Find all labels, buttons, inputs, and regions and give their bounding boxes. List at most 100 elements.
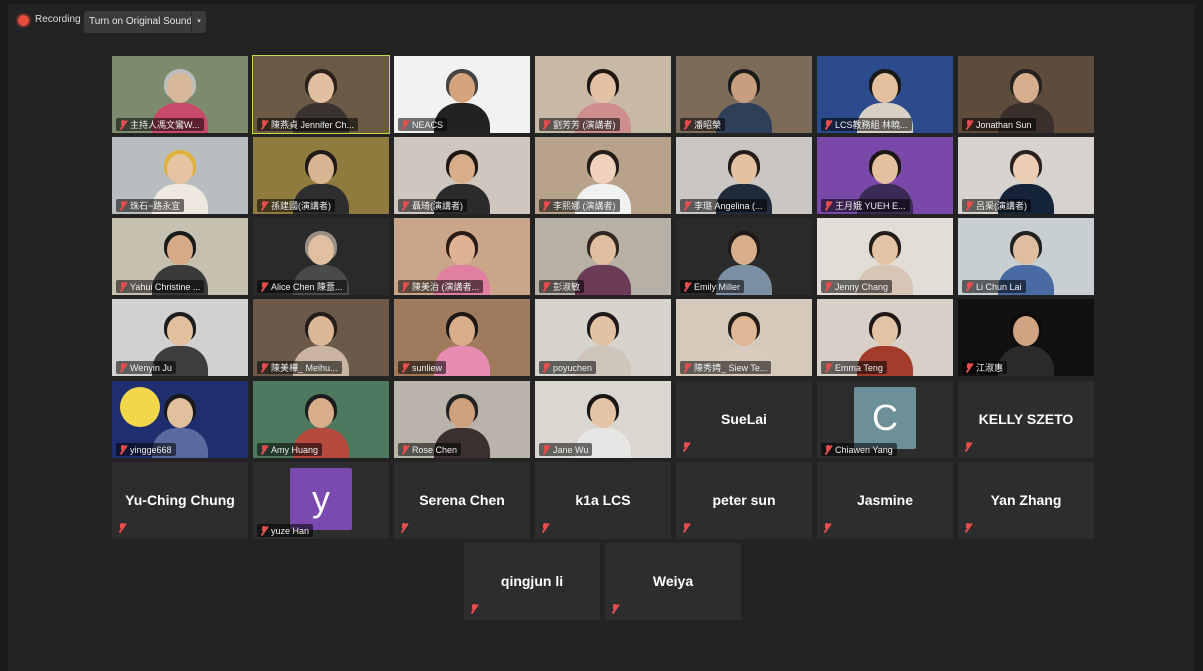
participant-name: 劉芳芳 (演講者) <box>553 120 616 130</box>
participant-video-tile[interactable]: Li Chun Lai <box>958 218 1094 295</box>
participant-video-tile[interactable]: 江淑惠 <box>958 299 1094 376</box>
mic-muted-icon <box>824 281 832 292</box>
participant-name: 江淑惠 <box>976 363 1004 373</box>
participant-video-tile[interactable]: Jonathan Sun <box>958 56 1094 133</box>
participant-name-tile[interactable]: Weiya <box>605 543 741 620</box>
participant-name-tile[interactable]: Yu-Ching Chung <box>112 462 248 539</box>
participant-video-tile[interactable]: 陳美樺_ Meihu... <box>253 299 389 376</box>
participant-video-tile[interactable]: 陳美治 (演講者... <box>394 218 530 295</box>
participant-video-tile[interactable]: Emma Teng <box>817 299 953 376</box>
participant-avatar-tile[interactable]: C Chiawen Yang <box>817 381 953 458</box>
participant-name: Weiya <box>652 573 694 589</box>
participant-name: 主持人馮文鸞W... <box>130 120 200 130</box>
mic-muted-icon <box>542 119 550 130</box>
top-bar: Recording Turn on Original Sound ▾ <box>8 4 1195 40</box>
participant-video-tile[interactable]: Alice Chen 陳薏... <box>253 218 389 295</box>
participant-name-bar: Rose Chen <box>398 443 462 456</box>
chevron-down-icon[interactable]: ▾ <box>191 11 206 33</box>
participant-name-tile[interactable]: Serena Chen <box>394 462 530 539</box>
participant-video-tile[interactable]: sunliew <box>394 299 530 376</box>
participant-video-tile[interactable]: 陳秀娉_ Siew Te... <box>676 299 812 376</box>
participant-name-bar: Amy Huang <box>257 443 323 456</box>
participant-video-tile[interactable]: 陳燕貞 Jennifer Ch... <box>252 55 390 134</box>
participant-video-tile[interactable]: 孫建國(演講者) <box>253 137 389 214</box>
participant-video-tile[interactable]: 呂渠(演講者) <box>958 137 1094 214</box>
participant-name-tile[interactable]: Yan Zhang <box>958 462 1094 539</box>
participant-video-tile[interactable]: 聶琦(演講者) <box>394 137 530 214</box>
participant-video-tile[interactable]: 劉芳芳 (演講者) <box>535 56 671 133</box>
participant-name: sunliew <box>412 362 443 373</box>
participant-video-tile[interactable]: NEACS <box>394 56 530 133</box>
participant-name: Jasmine <box>856 492 914 508</box>
participant-video-tile[interactable]: 彭淑敏 <box>535 218 671 295</box>
participant-avatar-tile[interactable]: y yuze Han <box>253 462 389 539</box>
participant-video-tile[interactable]: Amy Huang <box>253 381 389 458</box>
participant-name-bar: 潘昭榮 <box>680 118 726 131</box>
participant-name: Jonathan Sun <box>976 119 1032 130</box>
mic-muted-icon <box>682 523 690 533</box>
participant-name-tile[interactable]: peter sun <box>676 462 812 539</box>
participant-video-tile[interactable]: 珠石~路永宜 <box>112 137 248 214</box>
mic-muted-icon <box>683 362 691 373</box>
participant-name-bar: 王月娥 YUEH E... <box>821 199 910 212</box>
participant-name: Emily Miller <box>694 281 740 292</box>
participant-video-tile[interactable]: Jane Wu <box>535 381 671 458</box>
mic-muted-icon <box>260 362 268 373</box>
participant-name-bar: 劉芳芳 (演講者) <box>539 118 620 131</box>
participant-video-tile[interactable]: 李熙娜 (演講者) <box>535 137 671 214</box>
participant-name-bar: NEACS <box>398 118 448 131</box>
participant-name: Serena Chen <box>419 492 505 508</box>
participant-video-tile[interactable]: Jenny Chang <box>817 218 953 295</box>
mic-muted-icon <box>119 281 127 292</box>
original-sound-button[interactable]: Turn on Original Sound ▾ <box>84 11 206 33</box>
participant-name-tile[interactable]: k1a LCS <box>535 462 671 539</box>
mic-muted-icon <box>542 281 550 292</box>
mic-muted-icon <box>260 200 268 211</box>
participant-video-tile[interactable]: Emily Miller <box>676 218 812 295</box>
participant-video-tile[interactable]: Yahui Christine ... <box>112 218 248 295</box>
participant-name-bar: sunliew <box>398 361 447 374</box>
participant-name: Jenny Chang <box>835 281 889 292</box>
participant-name-bar: yuze Han <box>257 524 314 537</box>
participant-video-tile[interactable]: 主持人馮文鸞W... <box>112 56 248 133</box>
mic-muted-icon <box>965 281 973 292</box>
participant-name-bar: 珠石~路永宜 <box>116 199 185 212</box>
mic-muted-icon <box>964 442 972 452</box>
participant-name: 潘昭榮 <box>694 120 722 130</box>
recording-icon <box>18 15 29 26</box>
participant-video-tile[interactable]: poyuchen <box>535 299 671 376</box>
participant-name-bar: Emily Miller <box>680 280 744 293</box>
participant-video-tile[interactable]: 李璐 Angelina (... <box>676 137 812 214</box>
mic-muted-icon <box>824 362 832 373</box>
participant-name-bar: 孫建國(演講者) <box>257 199 335 212</box>
participant-name: poyuchen <box>553 362 593 373</box>
participant-video-tile[interactable]: yingge668 <box>112 381 248 458</box>
participant-name: yuze Han <box>271 525 310 536</box>
mic-muted-icon <box>541 523 549 533</box>
mic-muted-icon <box>119 362 127 373</box>
mic-muted-icon <box>119 200 127 211</box>
participant-name: k1a LCS <box>575 492 631 508</box>
participant-name-tile[interactable]: Jasmine <box>817 462 953 539</box>
participant-name-bar: Chiawen Yang <box>821 443 897 456</box>
participant-video-tile[interactable]: 王月娥 YUEH E... <box>817 137 953 214</box>
participant-name-tile[interactable]: SueLai <box>676 381 812 458</box>
participant-video-tile[interactable]: Rose Chen <box>394 381 530 458</box>
mic-muted-icon <box>965 362 973 373</box>
participant-name-tile[interactable]: KELLY SZETO <box>958 381 1094 458</box>
participant-name-bar: yingge668 <box>116 443 176 456</box>
participant-name: 陳燕貞 Jennifer Ch... <box>271 120 355 130</box>
participant-name-bar: 彭淑敏 <box>539 280 585 293</box>
participant-name: LCS教務組 林曉... <box>835 120 908 130</box>
participant-video-tile[interactable]: Wenyin Ju <box>112 299 248 376</box>
participant-name: Yan Zhang <box>990 492 1062 508</box>
participant-name-bar: Yahui Christine ... <box>116 280 205 293</box>
participant-name: Amy Huang <box>271 444 319 455</box>
participant-name: KELLY SZETO <box>978 411 1074 427</box>
participant-name: 呂渠(演講者) <box>976 201 1027 211</box>
participant-name: Li Chun Lai <box>976 281 1022 292</box>
participant-name-bar: 江淑惠 <box>962 361 1008 374</box>
participant-name-tile[interactable]: qingjun li <box>464 543 600 620</box>
participant-video-tile[interactable]: 潘昭榮 <box>676 56 812 133</box>
participant-video-tile[interactable]: LCS教務組 林曉... <box>817 56 953 133</box>
